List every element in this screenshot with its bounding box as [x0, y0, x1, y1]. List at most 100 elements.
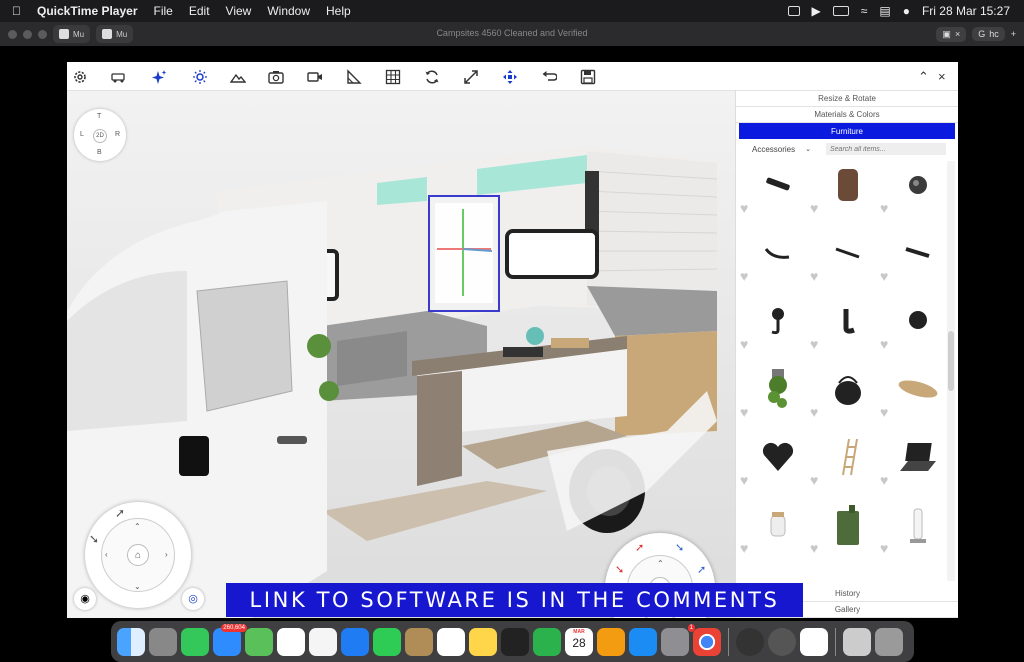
- play-icon[interactable]: ▶: [812, 4, 821, 18]
- tilt-blue-arrow-icon[interactable]: ➚: [697, 563, 706, 576]
- grid-icon[interactable]: [384, 68, 402, 86]
- view-2d[interactable]: 2D: [93, 129, 107, 143]
- wifi-icon[interactable]: ≈: [861, 4, 868, 18]
- save-icon[interactable]: [579, 68, 597, 86]
- chevron-down-icon[interactable]: ⌄: [134, 582, 141, 591]
- list-item[interactable]: ♥: [876, 297, 946, 365]
- rotate-icon[interactable]: [423, 68, 441, 86]
- move-icon[interactable]: [501, 68, 519, 86]
- pages-icon[interactable]: [597, 627, 625, 656]
- browser-tab[interactable]: Mu: [53, 25, 91, 43]
- freeform-icon[interactable]: [309, 627, 337, 656]
- app-menu[interactable]: QuickTime Player: [37, 4, 138, 18]
- list-item[interactable]: ♥: [736, 365, 806, 433]
- menu-file[interactable]: File: [154, 4, 173, 18]
- view-top[interactable]: T: [97, 113, 101, 120]
- finder-icon[interactable]: [117, 627, 145, 656]
- view-left[interactable]: L: [80, 131, 84, 138]
- view-cube[interactable]: T L 2D R B: [74, 109, 126, 161]
- chevron-left-icon[interactable]: ‹: [105, 550, 108, 559]
- list-item[interactable]: ♥: [806, 433, 876, 501]
- control-center-icon[interactable]: ▤: [879, 4, 890, 18]
- window-controls[interactable]: [0, 29, 47, 39]
- chrome-icon[interactable]: [693, 627, 721, 656]
- trash-icon[interactable]: [875, 627, 903, 656]
- heart-icon[interactable]: ♥: [740, 541, 748, 555]
- heart-icon[interactable]: ♥: [880, 473, 888, 487]
- menu-view[interactable]: View: [226, 4, 252, 18]
- list-item[interactable]: ♥: [876, 433, 946, 501]
- tab-furniture[interactable]: Furniture: [739, 123, 955, 139]
- browser-tab[interactable]: Mu: [96, 25, 134, 43]
- tab-materials-colors[interactable]: Materials & Colors: [736, 107, 958, 123]
- mountain-icon[interactable]: [229, 68, 247, 86]
- ruler-angle-icon[interactable]: [345, 68, 363, 86]
- mail-icon[interactable]: 260,604: [213, 623, 247, 656]
- rotate-red-arrow-icon[interactable]: ➚: [635, 541, 644, 554]
- list-item[interactable]: ♥: [736, 433, 806, 501]
- menu-edit[interactable]: Edit: [189, 4, 210, 18]
- siri-icon[interactable]: ●: [903, 4, 910, 18]
- scrollbar-thumb[interactable]: [948, 331, 954, 391]
- heart-icon[interactable]: ♥: [880, 337, 888, 351]
- 3d-viewport[interactable]: T L 2D R B ⌂ ⌃ ⌄ ‹ › ➚ ➘ ◉ ◎ ⇵ ⌃ ‹ › ➚ ➘: [67, 91, 735, 618]
- browser-tab[interactable]: ▣ ×: [936, 26, 967, 42]
- chevron-right-icon[interactable]: ›: [165, 550, 168, 559]
- close-icon[interactable]: ×: [955, 29, 960, 39]
- list-item[interactable]: ♥: [876, 365, 946, 433]
- list-item[interactable]: ♥: [876, 229, 946, 297]
- chevron-up-icon[interactable]: ⌃: [134, 522, 141, 531]
- sparkle-icon[interactable]: [150, 68, 168, 86]
- new-tab-icon[interactable]: +: [1011, 29, 1016, 39]
- apple-icon[interactable]: : [12, 4, 21, 18]
- settings-icon[interactable]: 1: [661, 623, 695, 656]
- sun-icon[interactable]: [191, 68, 209, 86]
- list-item[interactable]: ♥: [806, 161, 876, 229]
- expand-icon[interactable]: [462, 68, 480, 86]
- screen-record-icon[interactable]: [787, 6, 800, 16]
- heart-icon[interactable]: ♥: [880, 201, 888, 215]
- list-item[interactable]: ♥: [806, 297, 876, 365]
- view-right[interactable]: R: [115, 131, 120, 138]
- list-item[interactable]: ♥: [736, 161, 806, 229]
- chevron-up-icon[interactable]: ⌃: [657, 559, 664, 568]
- camera-icon[interactable]: [267, 68, 285, 86]
- google-drive-icon[interactable]: [800, 627, 828, 656]
- list-item[interactable]: ♥: [806, 229, 876, 297]
- davinci-icon[interactable]: [501, 627, 529, 656]
- list-item[interactable]: ♥: [806, 501, 876, 569]
- home-icon[interactable]: ⌂: [127, 544, 149, 566]
- scrollbar[interactable]: [947, 161, 955, 581]
- camera-joystick[interactable]: ⌂ ⌃ ⌄ ‹ › ➚ ➘: [85, 502, 191, 608]
- heart-icon[interactable]: ♥: [810, 541, 818, 555]
- heart-icon[interactable]: ♥: [740, 269, 748, 283]
- list-item[interactable]: ♥: [806, 365, 876, 433]
- clock[interactable]: Fri 28 Mar 15:27: [922, 4, 1010, 18]
- browser-tab[interactable]: Ghc: [972, 27, 1005, 41]
- notes-icon[interactable]: [469, 627, 497, 656]
- close-icon[interactable]: ×: [938, 69, 946, 84]
- list-item[interactable]: ♥: [876, 161, 946, 229]
- rotate-blue-arrow-icon[interactable]: ➘: [675, 541, 684, 554]
- preview-icon[interactable]: [843, 627, 871, 656]
- heart-icon[interactable]: ♥: [880, 269, 888, 283]
- heart-icon[interactable]: ♥: [810, 405, 818, 419]
- heart-icon[interactable]: ♥: [810, 201, 818, 215]
- search-input[interactable]: [826, 143, 946, 155]
- list-item[interactable]: ♥: [736, 297, 806, 365]
- reminders-icon[interactable]: [437, 627, 465, 656]
- app-store-icon[interactable]: [629, 627, 657, 656]
- rotate-left-arrow-icon[interactable]: ➘: [89, 532, 99, 546]
- orbit-icon[interactable]: ◎: [182, 588, 204, 610]
- rotate-up-arrow-icon[interactable]: ➚: [115, 506, 125, 520]
- heart-icon[interactable]: ♥: [810, 269, 818, 283]
- list-item[interactable]: ♥: [736, 501, 806, 569]
- heart-icon[interactable]: ♥: [880, 405, 888, 419]
- infuse-icon[interactable]: [736, 627, 764, 656]
- quicktime-icon[interactable]: [768, 627, 796, 656]
- heart-icon[interactable]: ♥: [810, 337, 818, 351]
- facetime-icon[interactable]: [373, 627, 401, 656]
- heart-icon[interactable]: ♥: [740, 337, 748, 351]
- category-select[interactable]: Accessories ⌄: [736, 145, 826, 154]
- heart-icon[interactable]: ♥: [880, 541, 888, 555]
